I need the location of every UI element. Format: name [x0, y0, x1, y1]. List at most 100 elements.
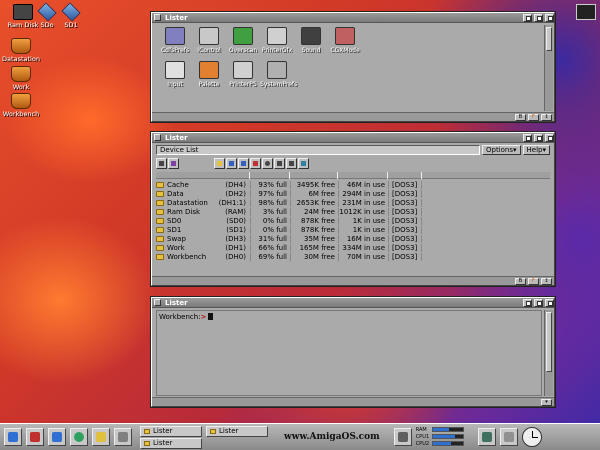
close-gadget[interactable]: [154, 14, 161, 21]
lister-sort-button[interactable]: ↕: [541, 113, 552, 121]
iconify-gadget[interactable]: [523, 298, 532, 307]
column-header[interactable]: [156, 172, 550, 179]
parent-icon[interactable]: [156, 157, 167, 169]
device-in-use: 334M in use: [338, 243, 388, 252]
window-title: Lister: [165, 13, 188, 22]
desktop-icon-label: Datastation: [2, 55, 40, 63]
copy-icon[interactable]: [226, 157, 237, 169]
close-gadget[interactable]: [154, 134, 161, 141]
depth-gadget[interactable]: [545, 298, 554, 307]
lock-icon[interactable]: [274, 157, 285, 169]
prefs-item-cgxmode[interactable]: CGXMode: [328, 27, 362, 61]
titlebar[interactable]: Lister: [152, 298, 554, 308]
folder-icon[interactable]: [214, 157, 225, 169]
lister-sort-button[interactable]: ↕: [541, 277, 552, 285]
device-row[interactable]: Cache (DH4) 93% full 3495K free 46M in use [D…: [156, 180, 550, 189]
monitor-icon[interactable]: [576, 4, 596, 20]
clock-icon[interactable]: [521, 427, 542, 447]
prefs-item-systemprefs[interactable]: SystemPrefs: [260, 61, 298, 95]
iconify-gadget[interactable]: [523, 13, 532, 22]
prefs-item-printerps[interactable]: PrinterPS: [226, 61, 260, 95]
device-list: Cache (DH4) 93% full 3495K free 46M in use [D…: [156, 180, 550, 261]
device-free: 2653K free: [290, 198, 338, 207]
prefs-item-overscan[interactable]: Overscan: [226, 27, 260, 61]
prefs-item-icontrol[interactable]: IControl: [192, 27, 226, 61]
prefs-item-label: SystemPrefs: [260, 81, 298, 88]
delete-icon[interactable]: [250, 157, 261, 169]
lister-mode-button[interactable]: B: [515, 113, 526, 121]
device-row[interactable]: Swap (DH3) 31% full 35M free 16M in use [DOS3…: [156, 234, 550, 243]
tools-icon[interactable]: [114, 428, 132, 446]
lister-filter-button[interactable]: F: [528, 113, 539, 121]
depth-gadget[interactable]: [545, 13, 554, 22]
printergfx-icon: [267, 27, 287, 45]
device-filesystem: [DOS3]: [388, 243, 422, 252]
search-icon[interactable]: [262, 157, 273, 169]
prefs-lister-window[interactable]: Lister CdfsPrefs IControl Overscan PrinterG…: [151, 12, 555, 122]
path-field[interactable]: Device List: [156, 145, 480, 155]
move-icon[interactable]: [238, 157, 249, 169]
iconify-gadget[interactable]: [523, 133, 532, 142]
task-button[interactable]: Lister: [206, 425, 268, 437]
protect-icon[interactable]: [286, 157, 297, 169]
device-row[interactable]: SD1 (SD1) 0% full 878K free 1K in use [DOS3]: [156, 225, 550, 234]
device-lister-window[interactable]: Lister Device List Options▾ Help▾ Cache (…: [151, 132, 555, 286]
desktop-grid-icon[interactable]: [477, 428, 496, 446]
prefs-item-palette[interactable]: Palette: [192, 61, 226, 95]
globe-icon[interactable]: [70, 428, 88, 446]
device-row[interactable]: Datastation (DH1:1) 98% full 2653K free 231M…: [156, 198, 550, 207]
desktop-icon-workbench[interactable]: Workbench: [0, 93, 42, 118]
device-id: (DH4): [225, 180, 246, 189]
checkmark-icon[interactable]: [26, 428, 44, 446]
vertical-scrollbar[interactable]: [544, 310, 553, 396]
lister-mode-button[interactable]: B: [515, 277, 526, 285]
scroll-down-button[interactable]: ▾: [541, 398, 552, 406]
prefs-item-cdfsprefs[interactable]: CdfsPrefs: [158, 27, 192, 61]
device-free: 3495K free: [290, 180, 338, 189]
device-filesystem: [DOS3]: [388, 216, 422, 225]
scroll-knob[interactable]: [546, 312, 552, 372]
titlebar[interactable]: Lister: [152, 133, 554, 143]
device-row[interactable]: Ram Disk (RAM) 3% full 24M free 1012K in use…: [156, 207, 550, 216]
device-row[interactable]: Data (DH2) 97% full 6M free 294M in use [DOS3…: [156, 189, 550, 198]
prefs-item-input[interactable]: Input: [158, 61, 192, 95]
desktop-icon-work[interactable]: Work: [0, 66, 42, 91]
zoom-gadget[interactable]: [534, 13, 543, 22]
titlebar[interactable]: Lister: [152, 13, 554, 23]
prefs-item-printergfx[interactable]: PrinterGfx: [260, 27, 294, 61]
device-row[interactable]: SD0 (SD0) 0% full 878K free 1K in use [DOS3]: [156, 216, 550, 225]
meter-bar: [431, 441, 464, 446]
depth-gadget[interactable]: [545, 133, 554, 142]
help-button[interactable]: Help▾: [522, 145, 550, 155]
task-button[interactable]: Lister: [140, 437, 202, 449]
zoom-gadget[interactable]: [534, 133, 543, 142]
lister-filter-button[interactable]: F: [528, 277, 539, 285]
drive-icon[interactable]: [393, 428, 412, 446]
shell-lister-window[interactable]: Lister Workbench:> ▾: [151, 297, 555, 407]
folder-icon: [156, 181, 164, 188]
zoom-gadget[interactable]: [534, 298, 543, 307]
brand-link[interactable]: www.AmigaOS.com: [284, 432, 380, 442]
back-arrow-icon[interactable]: [168, 157, 179, 169]
vertical-scrollbar[interactable]: [544, 25, 553, 111]
text-cursor: [208, 313, 214, 320]
network-icon[interactable]: [499, 428, 518, 446]
options-button[interactable]: Options▾: [481, 145, 521, 155]
paint-brush-icon[interactable]: [92, 428, 110, 446]
desktop-icon-datastation[interactable]: Datastation: [0, 38, 42, 63]
folder-icon: [144, 428, 150, 434]
device-row[interactable]: Work (DH1) 66% full 165M free 334M in use [DO…: [156, 243, 550, 252]
workbench-cube-icon[interactable]: [4, 428, 22, 446]
desktop-icon-label: SD1: [64, 21, 78, 29]
amiga-cube-icon[interactable]: [48, 428, 66, 446]
task-button[interactable]: Lister: [140, 425, 202, 437]
scroll-knob[interactable]: [546, 27, 552, 51]
system-meters: RAM CPU1 CPU2: [416, 427, 464, 447]
close-gadget[interactable]: [154, 299, 161, 306]
device-row[interactable]: Workbench (DH0) 69% full 30M free 70M in use…: [156, 252, 550, 261]
device-free: 35M free: [290, 234, 338, 243]
prefs-item-sound[interactable]: Sound: [294, 27, 328, 61]
shell-area[interactable]: Workbench:>: [156, 310, 542, 396]
info-icon[interactable]: [298, 157, 309, 169]
desktop-icon-sd1[interactable]: SD1: [50, 2, 92, 29]
